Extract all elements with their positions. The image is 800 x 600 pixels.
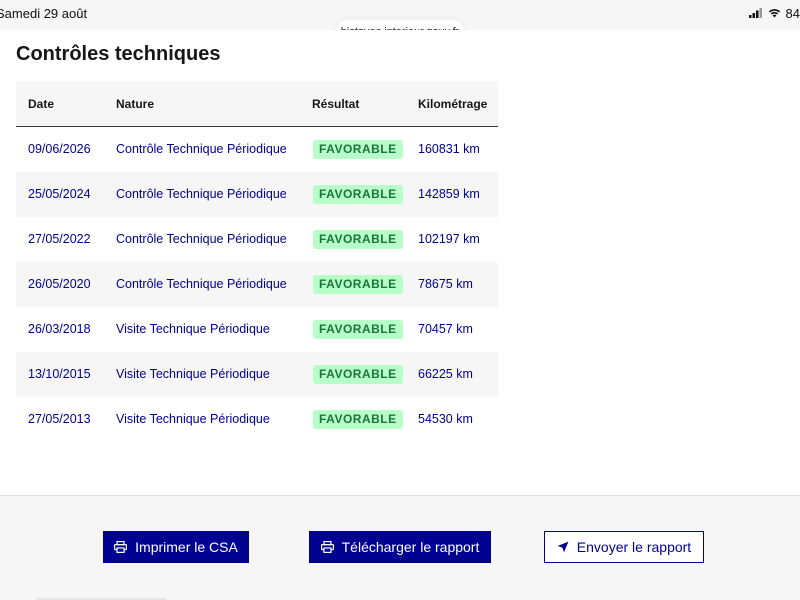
table-row: 26/05/2020 Contrôle Technique Périodique…: [16, 262, 498, 307]
send-report-button[interactable]: Envoyer le rapport: [544, 531, 704, 563]
header-result: Résultat: [312, 97, 360, 111]
status-badge: FAVORABLE: [313, 410, 403, 429]
row-km: 54530 km: [418, 412, 473, 426]
table-row: 27/05/2013 Visite Technique Périodique F…: [16, 397, 498, 442]
status-badge: FAVORABLE: [313, 320, 403, 339]
print-csa-button[interactable]: Imprimer le CSA: [103, 531, 249, 563]
row-date: 27/05/2022: [28, 232, 91, 246]
status-badge: FAVORABLE: [313, 140, 403, 159]
cellular-signal-icon: [748, 6, 763, 21]
row-nature: Visite Technique Périodique: [116, 412, 270, 426]
row-date: 26/03/2018: [28, 322, 91, 336]
send-report-label: Envoyer le rapport: [576, 539, 692, 555]
row-date: 25/05/2024: [28, 187, 91, 201]
download-report-label: Télécharger le rapport: [341, 539, 480, 555]
header-km: Kilométrage: [418, 97, 488, 111]
status-time: Samedi 29 août: [0, 6, 88, 21]
download-report-button[interactable]: Télécharger le rapport: [309, 531, 491, 563]
technical-inspections-card: Contrôles techniques Date Nature Résulta…: [0, 30, 800, 496]
header-nature: Nature: [116, 97, 155, 111]
send-arrow-icon: [557, 541, 569, 553]
row-nature: Visite Technique Périodique: [116, 322, 270, 336]
battery-level: 84: [785, 6, 800, 21]
print-csa-label: Imprimer le CSA: [135, 539, 238, 555]
row-date: 27/05/2013: [28, 412, 91, 426]
printer-icon: [114, 541, 128, 553]
table-row: 13/10/2015 Visite Technique Périodique F…: [16, 352, 498, 397]
status-indicators: 84: [748, 6, 800, 21]
row-km: 66225 km: [418, 367, 473, 381]
row-date: 26/05/2020: [28, 277, 91, 291]
status-badge: FAVORABLE: [313, 185, 403, 204]
header-date: Date: [28, 97, 55, 111]
row-date: 09/06/2026: [28, 142, 91, 156]
status-badge: FAVORABLE: [313, 275, 403, 294]
row-date: 13/10/2015: [28, 367, 91, 381]
printer-icon: [320, 541, 334, 553]
table-header: Date Nature Résultat Kilométrage: [16, 81, 498, 127]
table-row: 26/03/2018 Visite Technique Périodique F…: [16, 307, 498, 352]
inspections-table: Date Nature Résultat Kilométrage 09/06/2…: [16, 81, 498, 442]
row-nature: Contrôle Technique Périodique: [116, 232, 287, 246]
table-row: 27/05/2022 Contrôle Technique Périodique…: [16, 217, 498, 262]
row-nature: Visite Technique Périodique: [116, 367, 270, 381]
row-km: 142859 km: [418, 187, 480, 201]
table-row: 25/05/2024 Contrôle Technique Périodique…: [16, 172, 498, 217]
row-nature: Contrôle Technique Périodique: [116, 187, 287, 201]
wifi-icon: [768, 6, 781, 21]
row-km: 78675 km: [418, 277, 473, 291]
row-nature: Contrôle Technique Périodique: [116, 277, 287, 291]
section-title: Contrôles techniques: [16, 43, 221, 65]
row-nature: Contrôle Technique Périodique: [116, 142, 287, 156]
status-badge: FAVORABLE: [313, 365, 403, 384]
table-row: 09/06/2026 Contrôle Technique Périodique…: [16, 127, 498, 172]
report-actions: Imprimer le CSA Télécharger le rapport E…: [0, 531, 800, 563]
row-km: 102197 km: [418, 232, 480, 246]
row-km: 160831 km: [418, 142, 480, 156]
status-badge: FAVORABLE: [313, 230, 403, 249]
row-km: 70457 km: [418, 322, 473, 336]
